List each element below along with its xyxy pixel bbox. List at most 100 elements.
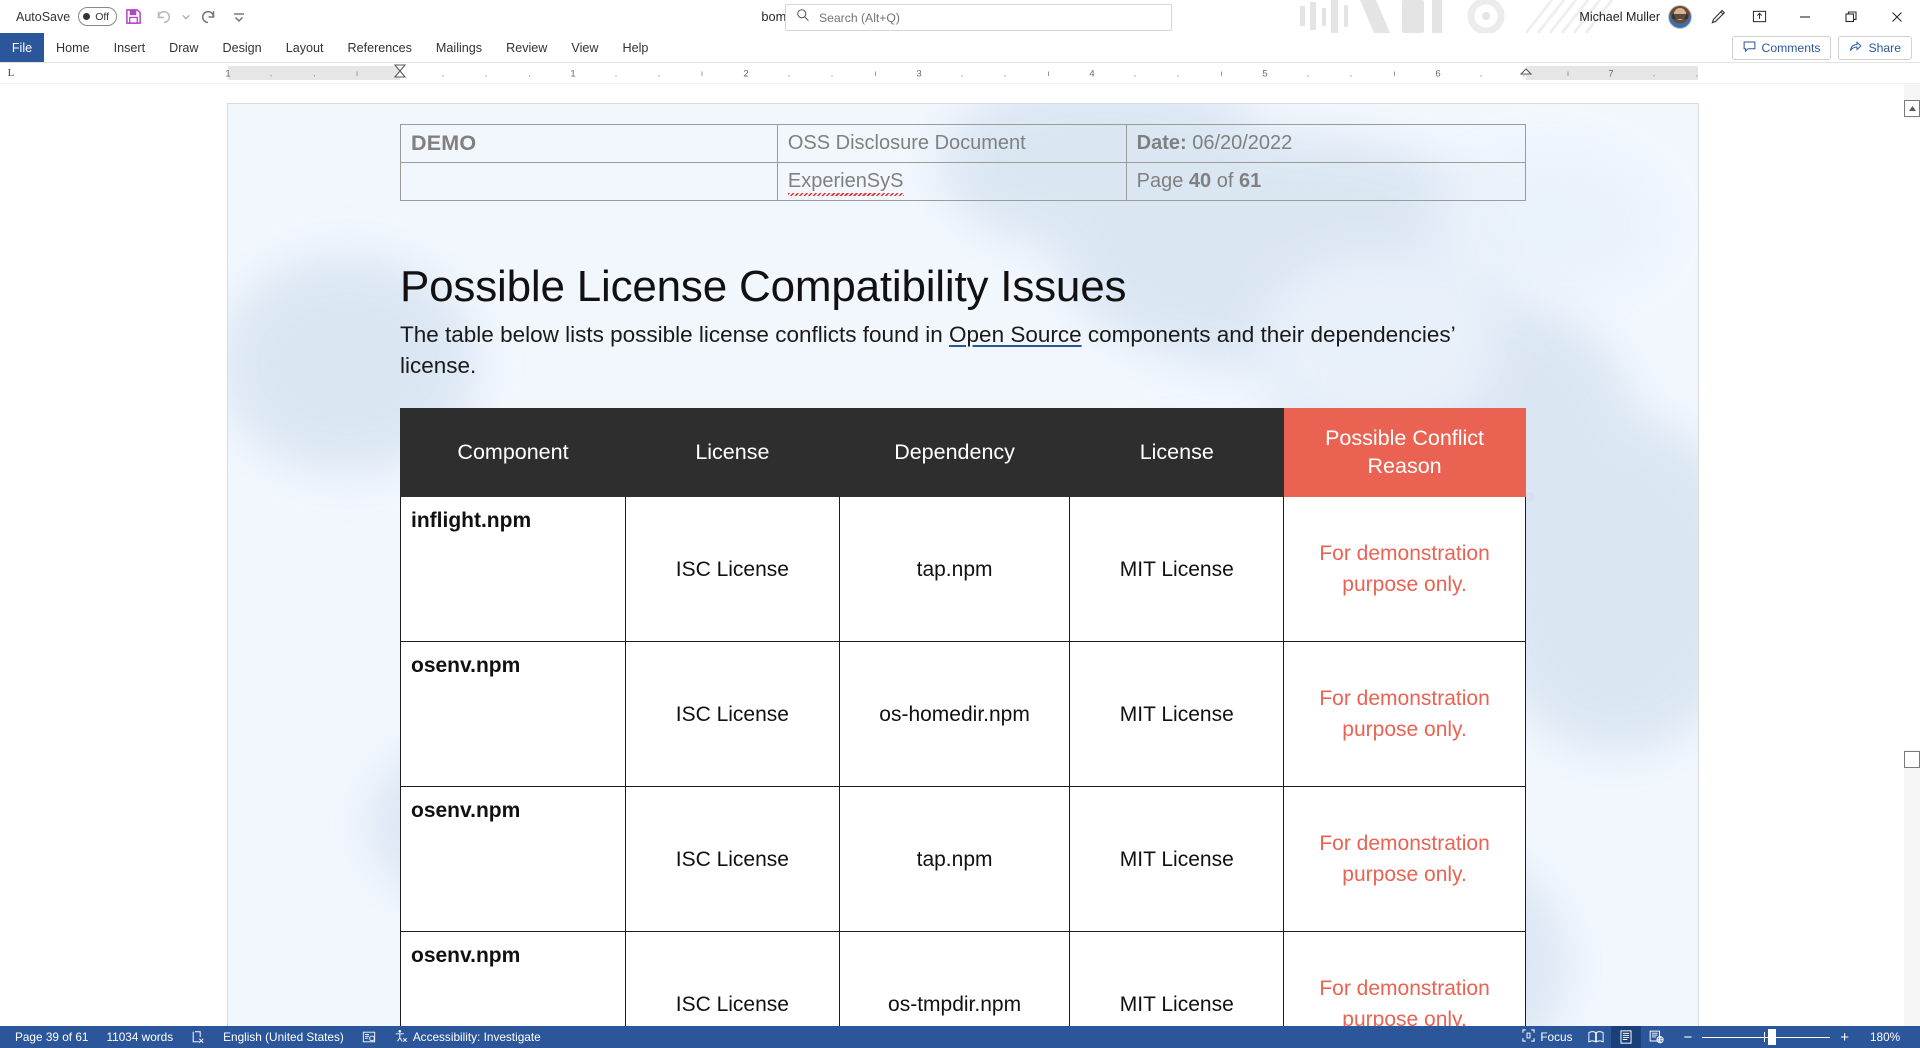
column-header-dependency-license[interactable]: License xyxy=(1069,408,1285,498)
tab-references[interactable]: References xyxy=(336,33,424,62)
status-right-group: Focus − + 180% xyxy=(1513,1026,1914,1048)
share-icon xyxy=(1849,40,1863,56)
autosave-toggle[interactable]: Off xyxy=(78,7,118,26)
focus-mode-button[interactable]: Focus xyxy=(1513,1026,1581,1048)
cell-component: osenv.npm xyxy=(400,641,626,788)
svg-text:1: 1 xyxy=(225,69,230,80)
word-application-window: AutoSave Off bom_word_export_DEMO_Ex xyxy=(0,0,1920,1048)
scrollbar-thumb[interactable] xyxy=(1904,118,1920,750)
print-layout-icon[interactable] xyxy=(1611,1026,1642,1048)
status-page-info[interactable]: Page 39 of 61 xyxy=(6,1026,97,1048)
display-settings-icon[interactable] xyxy=(353,1026,385,1048)
accessibility-status[interactable]: Accessibility: Investigate xyxy=(385,1026,550,1048)
column-header-conflict-reason[interactable]: Possible Conflict Reason xyxy=(1283,408,1526,498)
tab-layout[interactable]: Layout xyxy=(274,33,336,62)
tab-view[interactable]: View xyxy=(559,33,610,62)
tab-draw[interactable]: Draw xyxy=(157,33,210,62)
customize-quick-access-icon[interactable] xyxy=(225,4,253,30)
horizontal-ruler[interactable]: 1 1 2 3 4 5 6 7 xyxy=(0,63,1920,83)
intro-paragraph: The table below lists possible license c… xyxy=(400,319,1526,383)
comments-button[interactable]: Comments xyxy=(1731,35,1832,60)
minimize-icon[interactable] xyxy=(1782,0,1828,33)
zoom-slider-thumb[interactable] xyxy=(1768,1029,1777,1045)
share-button[interactable]: Share xyxy=(1838,35,1912,60)
restore-icon[interactable] xyxy=(1828,0,1874,33)
open-source-link[interactable]: Open Source xyxy=(949,322,1082,347)
title-bar: AutoSave Off bom_word_export_DEMO_Ex xyxy=(0,0,1920,33)
web-layout-icon[interactable] xyxy=(1641,1026,1671,1048)
comment-icon xyxy=(1743,40,1756,56)
header-cell-date: Date: 06/20/2022 xyxy=(1125,124,1527,163)
pen-icon[interactable] xyxy=(1700,3,1736,31)
header-date-value: 06/20/2022 xyxy=(1192,132,1293,154)
svg-text:7: 7 xyxy=(1608,69,1613,80)
svg-text:4: 4 xyxy=(1089,69,1094,80)
status-page-label: Page 39 of 61 xyxy=(15,1030,89,1044)
undo-dropdown-chevron-down-icon[interactable] xyxy=(179,4,193,30)
header-cell-doctype: OSS Disclosure Document xyxy=(776,124,1127,163)
header-page-word: Page xyxy=(1136,170,1184,192)
quick-access-toolbar: AutoSave Off xyxy=(0,4,253,30)
zoom-out-button[interactable]: − xyxy=(1679,1030,1696,1045)
split-view-handle[interactable] xyxy=(1904,751,1920,768)
zoom-level-button[interactable]: 180% xyxy=(1861,1026,1914,1048)
tab-home[interactable]: Home xyxy=(44,33,102,62)
svg-text:2: 2 xyxy=(743,69,748,80)
header-page-of: of xyxy=(1216,170,1234,192)
header-table-row-2: ExperienSyS Page 40 of 61 xyxy=(400,162,1527,201)
tab-review[interactable]: Review xyxy=(494,33,559,62)
redo-icon[interactable] xyxy=(195,4,223,30)
header-page-total: 61 xyxy=(1238,170,1262,192)
spelling-check-icon[interactable] xyxy=(182,1026,214,1048)
cell-conflict-reason: For demonstration purpose only. xyxy=(1283,931,1526,1026)
save-icon[interactable] xyxy=(119,4,147,30)
header-table-row-1: DEMO OSS Disclosure Document Date: 06/20… xyxy=(400,124,1527,163)
undo-icon[interactable] xyxy=(149,4,177,30)
zoom-in-button[interactable]: + xyxy=(1836,1030,1853,1045)
accessibility-icon xyxy=(394,1029,408,1046)
tab-insert[interactable]: Insert xyxy=(102,33,158,62)
cell-dependency: tap.npm xyxy=(838,496,1071,643)
cell-dependency-license: MIT License xyxy=(1069,931,1285,1026)
cell-license: ISC License xyxy=(625,786,840,933)
status-language[interactable]: English (United States) xyxy=(214,1026,353,1048)
header-cell-company: ExperienSyS xyxy=(776,162,1127,201)
tab-mailings[interactable]: Mailings xyxy=(424,33,494,62)
page-content: DEMO OSS Disclosure Document Date: 06/20… xyxy=(228,104,1698,1026)
header-demo-text: DEMO xyxy=(411,131,477,155)
account-button[interactable]: Michael Muller xyxy=(1571,3,1700,31)
document-workspace[interactable]: DEMO OSS Disclosure Document Date: 06/20… xyxy=(0,84,1920,1026)
scroll-up-arrow-icon[interactable] xyxy=(1904,100,1920,117)
ribbon-tabs: Home Insert Draw Design Layout Reference… xyxy=(44,33,660,62)
ribbon-right-actions: Comments Share xyxy=(1731,33,1912,62)
ribbon-display-options-icon[interactable] xyxy=(1736,0,1782,33)
read-mode-icon[interactable] xyxy=(1581,1026,1611,1048)
zoom-level-label: 180% xyxy=(1870,1030,1901,1044)
column-header-license[interactable]: License xyxy=(625,408,840,498)
cell-conflict-reason: For demonstration purpose only. xyxy=(1283,641,1526,788)
zoom-slider[interactable] xyxy=(1702,1026,1831,1048)
tab-help[interactable]: Help xyxy=(610,33,660,62)
focus-icon xyxy=(1522,1029,1535,1045)
table-body: inflight.npm ISC License tap.npm MIT Lic… xyxy=(400,496,1526,1026)
document-header-table: DEMO OSS Disclosure Document Date: 06/20… xyxy=(400,124,1527,201)
close-icon[interactable] xyxy=(1874,0,1920,33)
header-page-current: 40 xyxy=(1188,170,1212,192)
header-cell-pagenum: Page 40 of 61 xyxy=(1125,162,1527,201)
toggle-knob-icon xyxy=(83,13,91,20)
status-bar: Page 39 of 61 11034 words English (Unite… xyxy=(0,1026,1920,1048)
status-word-count[interactable]: 11034 words xyxy=(97,1026,182,1048)
table-header: Component License Dependency License Pos… xyxy=(400,408,1526,498)
autosave-label: AutoSave xyxy=(16,9,71,24)
tab-design[interactable]: Design xyxy=(210,33,273,62)
svg-text:1: 1 xyxy=(570,69,575,80)
column-header-component[interactable]: Component xyxy=(400,408,626,498)
vertical-scrollbar[interactable] xyxy=(1904,84,1920,1026)
column-header-dependency[interactable]: Dependency xyxy=(838,408,1071,498)
tab-file[interactable]: File xyxy=(0,33,44,62)
cell-dependency-license: MIT License xyxy=(1069,496,1285,643)
search-placeholder: Search (Alt+Q) xyxy=(819,10,900,25)
zoom-slider-track xyxy=(1702,1037,1831,1038)
search-input[interactable]: Search (Alt+Q) xyxy=(785,4,1172,31)
cell-component: inflight.npm xyxy=(400,496,626,643)
